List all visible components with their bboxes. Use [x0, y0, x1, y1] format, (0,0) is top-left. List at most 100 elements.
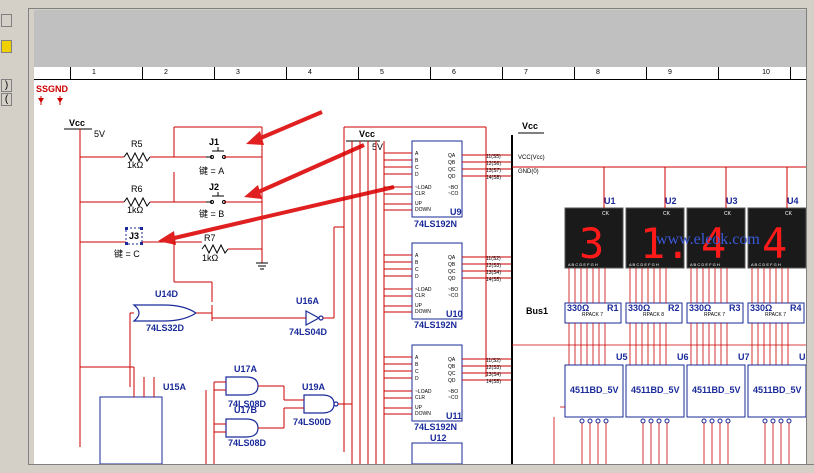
bus-net-labels-u10: 11(S2) 12(S3) 13(S4) 14(S5)	[486, 256, 501, 283]
r6-ref: R6	[131, 184, 143, 194]
seven-seg-display-u1[interactable]: CK 3 A B C D E F G H	[564, 207, 624, 269]
svg-text:13(S4): 13(S4)	[486, 270, 501, 276]
schematic-canvas[interactable]: 1 2 3 4 5 6 7 8 9 10 SSGND Vcc 5V R5 1kΩ…	[34, 67, 806, 464]
nand-gate-u19a[interactable]	[303, 394, 335, 414]
svg-text:4511BD_5V: 4511BD_5V	[692, 385, 741, 395]
r5-ref: R5	[131, 139, 143, 149]
or-gate-u14d[interactable]	[132, 304, 198, 322]
svg-text:4511BD_5V: 4511BD_5V	[631, 385, 680, 395]
svg-text:12(S3): 12(S3)	[486, 263, 501, 269]
u19a-type: 74LS00D	[293, 417, 332, 427]
svg-text:QA: QA	[448, 357, 456, 363]
and-gate-u17b[interactable]	[225, 418, 259, 438]
u4-ref: U4	[787, 196, 799, 206]
r1-ref: R1	[607, 303, 619, 313]
u6-ref: U6	[677, 352, 689, 362]
svg-text:14(S8): 14(S8)	[486, 175, 501, 181]
switch-j2[interactable]	[212, 192, 224, 197]
decoder-chip-u7[interactable]: 4511BD_5V	[686, 364, 746, 418]
vertical-scrollbar[interactable]	[806, 8, 814, 464]
j1-ref: J1	[209, 137, 219, 147]
lamp-icon[interactable]	[1, 40, 12, 53]
r3-ref: R3	[729, 303, 741, 313]
u1-ref: U1	[604, 196, 616, 206]
decoder-chip-u8[interactable]: 4511BD_5V	[747, 364, 806, 418]
svg-text:~CO: ~CO	[448, 191, 459, 197]
svg-text:QA: QA	[448, 255, 456, 261]
j2-label: 键 = B	[199, 208, 224, 219]
svg-text:4: 4	[762, 219, 787, 268]
r2-value: 330Ω	[628, 303, 650, 313]
svg-text:C: C	[415, 165, 419, 171]
bus-vcc-label: Vcc	[522, 121, 538, 131]
svg-text:QD: QD	[448, 276, 456, 282]
svg-text:13(S4): 13(S4)	[486, 372, 501, 378]
svg-text:CK: CK	[663, 211, 671, 217]
annotation-arrow	[255, 143, 365, 195]
svg-text:QA: QA	[448, 153, 456, 159]
r5-value: 1kΩ	[127, 160, 144, 170]
svg-text:CLR: CLR	[415, 293, 425, 299]
tool-button-close-paren[interactable]: )	[1, 79, 12, 92]
j3-ref: J3	[129, 231, 139, 241]
svg-text:QC: QC	[448, 269, 456, 275]
svg-text:4511BD_5V: 4511BD_5V	[753, 385, 802, 395]
decoder-chip-u5[interactable]: 4511BD_5V	[564, 364, 624, 418]
r1-value: 330Ω	[567, 303, 589, 313]
resistor-r7[interactable]	[201, 243, 229, 255]
svg-text:14(S5): 14(S5)	[486, 277, 501, 283]
svg-text:11(S2): 11(S2)	[486, 358, 501, 364]
u16a-type: 74LS04D	[289, 327, 328, 337]
counter-chip-u12[interactable]	[411, 442, 463, 464]
r4-value: 330Ω	[750, 303, 772, 313]
u12-ref: U12	[430, 433, 447, 443]
svg-text:A B C D E F G H: A B C D E F G H	[690, 262, 720, 267]
decoder-chip-u6[interactable]: 4511BD_5V	[625, 364, 685, 418]
svg-text:QD: QD	[448, 174, 456, 180]
flip-flop-u15a[interactable]	[99, 396, 163, 464]
r7-value: 1kΩ	[202, 253, 219, 263]
svg-text:D: D	[415, 172, 419, 178]
svg-text:11(S2): 11(S2)	[486, 256, 501, 262]
u9-type: 74LS192N	[414, 219, 457, 229]
u17b-type: 74LS08D	[228, 438, 267, 448]
j3-label: 键 = C	[114, 248, 140, 259]
tool-button-open-paren[interactable]: (	[1, 93, 12, 106]
svg-text:DOWN: DOWN	[415, 207, 431, 213]
u2-ref: U2	[665, 196, 677, 206]
switch-j1[interactable]	[212, 147, 224, 152]
svg-text:3: 3	[579, 219, 604, 268]
u5-ref: U5	[616, 352, 628, 362]
svg-text:D: D	[415, 376, 419, 382]
watermark-text: www.eleok.com	[656, 231, 760, 248]
svg-text:CLR: CLR	[415, 395, 425, 401]
r2-ref: R2	[668, 303, 680, 313]
svg-text:QB: QB	[448, 160, 456, 166]
vcc-center-label: Vcc	[359, 129, 375, 139]
svg-text:4511BD_5V: 4511BD_5V	[570, 385, 619, 395]
svg-text:A B C D E F G H: A B C D E F G H	[568, 262, 598, 267]
u7-ref: U7	[738, 352, 750, 362]
svg-text:QC: QC	[448, 167, 456, 173]
u3-ref: U3	[726, 196, 738, 206]
svg-text:12(S3): 12(S3)	[486, 365, 501, 371]
j2-ref: J2	[209, 182, 219, 192]
u10-ref: U10	[446, 309, 463, 319]
svg-text:CK: CK	[724, 211, 732, 217]
j1-label: 键 = A	[199, 165, 224, 176]
and-gate-u17a[interactable]	[225, 376, 259, 396]
u11-ref: U11	[446, 411, 462, 421]
svg-text:QB: QB	[448, 364, 456, 370]
svg-text:QD: QD	[448, 378, 456, 384]
top-toolbar	[0, 0, 814, 9]
tool-button-top[interactable]	[1, 14, 12, 27]
svg-text:QC: QC	[448, 371, 456, 377]
vcc-5v-label: 5V	[94, 129, 105, 139]
left-tool-panel: ) (	[0, 8, 29, 472]
u9-ref: U9	[450, 207, 462, 217]
r7-ref: R7	[204, 233, 216, 243]
svg-text:C: C	[415, 369, 419, 375]
bus1-label: Bus1	[526, 306, 548, 316]
svg-text:~CO: ~CO	[448, 293, 459, 299]
not-gate-u16a[interactable]	[305, 309, 321, 327]
